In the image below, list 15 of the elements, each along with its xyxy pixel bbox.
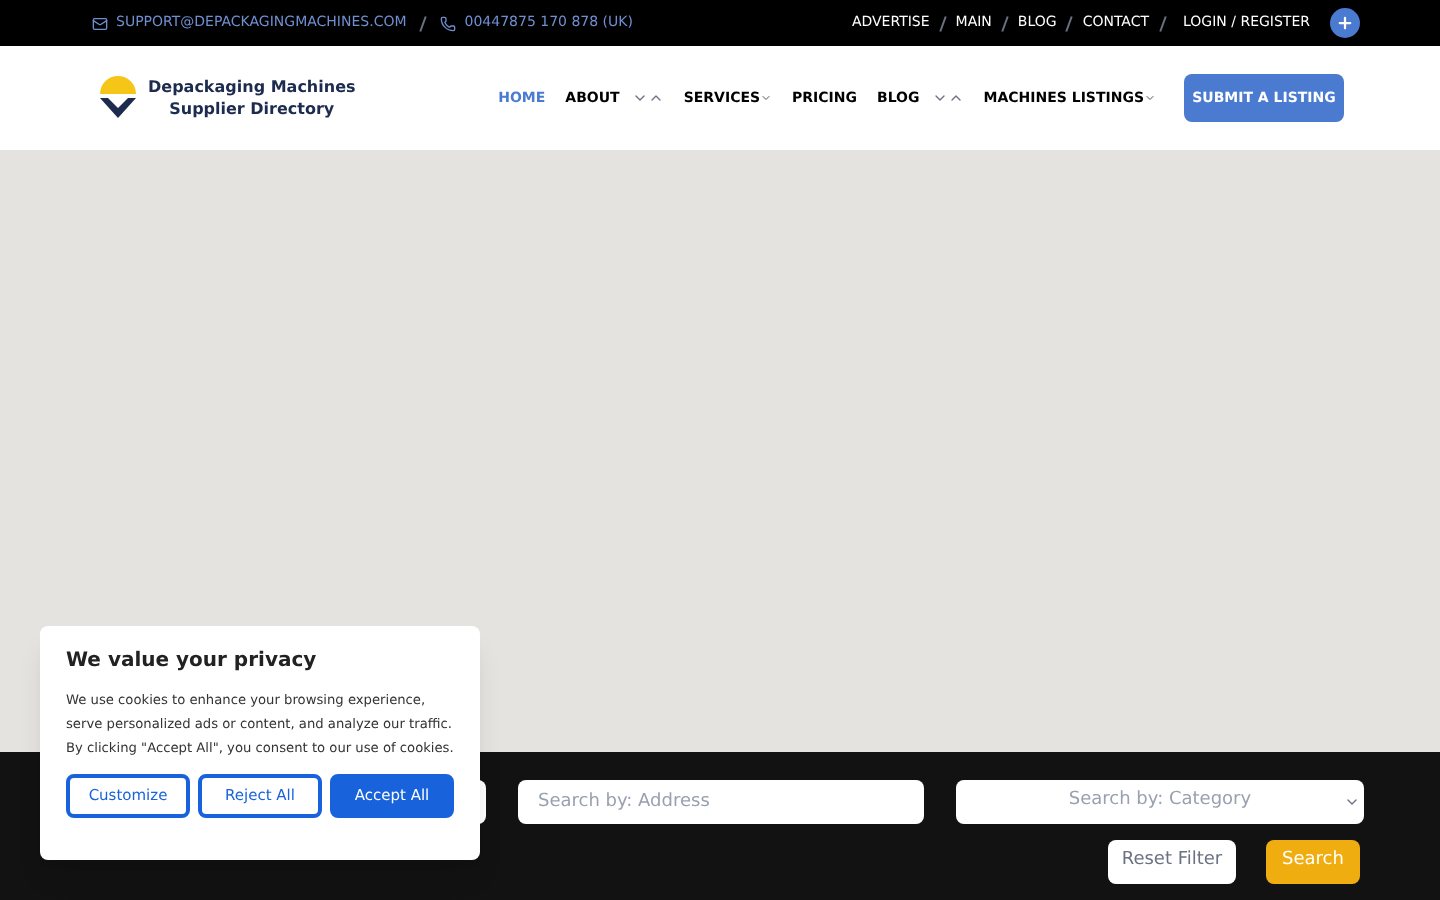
logo-icon	[96, 74, 140, 122]
toggle-icon	[631, 90, 664, 106]
caret-icon	[760, 92, 773, 104]
reset-filter-button[interactable]: Reset Filter	[1108, 840, 1236, 884]
plus-icon	[1336, 14, 1354, 32]
mail-icon	[92, 15, 108, 31]
address-field[interactable]: Search by: Address	[518, 780, 924, 824]
toggle-icon	[931, 90, 964, 106]
caret-icon	[1344, 794, 1360, 810]
logo-text: Supplier Directory	[169, 98, 335, 120]
banner-title: We value your privacy	[66, 648, 319, 676]
add-button[interactable]	[1330, 8, 1360, 38]
phone-icon	[440, 15, 457, 31]
logo-text: Depackaging Machines	[148, 76, 356, 98]
caret-icon	[1144, 92, 1156, 104]
